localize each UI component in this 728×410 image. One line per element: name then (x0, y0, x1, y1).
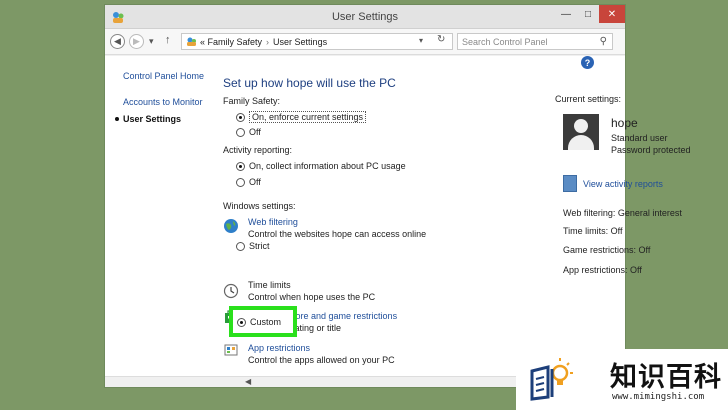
breadcrumb-separator[interactable]: › (266, 37, 269, 47)
sidebar: Control Panel Home Accounts to Monitor U… (105, 56, 213, 376)
family-safety-off-radio[interactable]: Off (236, 127, 261, 137)
custom-highlight-box: Custom (229, 306, 297, 337)
family-safety-on-radio[interactable]: On, enforce current settings (236, 111, 367, 123)
web-filtering-desc: Control the websites hope can access onl… (248, 229, 427, 239)
current-settings-title: Current settings: (555, 94, 622, 104)
current-app-restrictions: App restrictions: Off (563, 265, 642, 275)
radio-selected[interactable] (236, 161, 245, 171)
report-icon (563, 175, 577, 192)
address-dropdown-icon[interactable]: ▾ (419, 36, 423, 45)
page-title: Set up how hope will use the PC (223, 76, 396, 90)
user-type: Standard user (611, 133, 668, 143)
search-icon[interactable]: ⚲ (600, 36, 607, 47)
maximize-button[interactable]: □ (577, 5, 599, 23)
current-game-restrictions: Game restrictions: Off (563, 245, 651, 255)
title-bar: User Settings — □ ✕ (105, 5, 625, 29)
clock-icon (223, 283, 239, 299)
web-filtering-custom-radio[interactable]: Custom (237, 317, 281, 327)
activity-reporting-on-radio[interactable]: On, collect information about PC usage (236, 161, 406, 171)
family-safety-label: Family Safety: (223, 96, 281, 106)
control-panel-icon (187, 37, 196, 46)
activity-reporting-label: Activity reporting: (223, 145, 293, 155)
current-item-bullet (115, 117, 119, 121)
sidebar-item-accounts-to-monitor[interactable]: Accounts to Monitor (123, 97, 203, 107)
arrow-left-icon[interactable]: ◀ (110, 34, 125, 49)
content-area: Control Panel Home Accounts to Monitor U… (105, 56, 691, 376)
breadcrumb-prefix: « (200, 36, 206, 47)
apps-icon (224, 344, 238, 356)
arrow-up-icon[interactable]: ↑ (165, 34, 171, 46)
activity-reporting-off-radio[interactable]: Off (236, 177, 261, 187)
watermark-url: www.mimingshi.com (612, 392, 705, 402)
radio-unselected[interactable] (236, 127, 245, 137)
radio-selected[interactable] (236, 112, 245, 122)
window-title: User Settings (331, 11, 399, 23)
navigation-bar: ◀ ▶ ▾ ↑ « Family Safety › User Settings … (105, 29, 625, 55)
refresh-icon[interactable]: ↻ (437, 34, 445, 45)
watermark: 知识百科 www.mimingshi.com (516, 349, 728, 410)
user-avatar (563, 114, 599, 150)
search-placeholder: Search Control Panel (462, 36, 548, 47)
user-password-status: Password protected (611, 145, 691, 155)
breadcrumb-family-safety[interactable]: Family Safety (208, 37, 263, 47)
book-lightbulb-logo-icon (530, 358, 573, 401)
current-time-limits: Time limits: Off (563, 226, 623, 236)
windows-settings-label: Windows settings: (223, 201, 296, 211)
current-settings-panel: Current settings: hope Standard user Pas… (555, 56, 725, 376)
address-bar[interactable]: « Family Safety › User Settings (181, 33, 453, 50)
chevron-down-icon[interactable]: ▾ (149, 36, 154, 47)
help-icon[interactable]: ? (581, 56, 594, 69)
app-restrictions-desc: Control the apps allowed on your PC (248, 355, 395, 365)
current-web-filtering: Web filtering: General interest (563, 208, 682, 218)
radio-unselected[interactable] (236, 241, 245, 251)
time-limits-desc: Control when hope uses the PC (248, 292, 376, 302)
user-name: hope (611, 116, 638, 130)
scroll-left-icon[interactable]: ◀ (245, 377, 251, 386)
view-activity-reports-link[interactable]: View activity reports (583, 179, 663, 189)
sidebar-item-user-settings[interactable]: User Settings (123, 114, 181, 124)
watermark-text: 知识百科 (610, 362, 722, 393)
arrow-right-icon[interactable]: ▶ (129, 34, 144, 49)
globe-icon (224, 219, 238, 233)
time-limits-link[interactable]: Time limits (248, 280, 291, 290)
app-restrictions-link[interactable]: App restrictions (248, 343, 310, 353)
radio-unselected[interactable] (236, 177, 245, 187)
close-button[interactable]: ✕ (599, 5, 625, 23)
radio-selected[interactable] (237, 317, 246, 327)
user-settings-window: User Settings — □ ✕ ◀ ▶ ▾ ↑ « Family Saf… (104, 4, 691, 388)
breadcrumb-user-settings[interactable]: User Settings (273, 37, 327, 47)
web-filtering-link[interactable]: Web filtering (248, 217, 298, 227)
minimize-button[interactable]: — (555, 5, 577, 23)
search-input[interactable]: Search Control Panel ⚲ (457, 33, 613, 50)
sidebar-item-control-panel-home[interactable]: Control Panel Home (123, 71, 204, 81)
web-filtering-strict-radio[interactable]: Strict (236, 241, 270, 251)
